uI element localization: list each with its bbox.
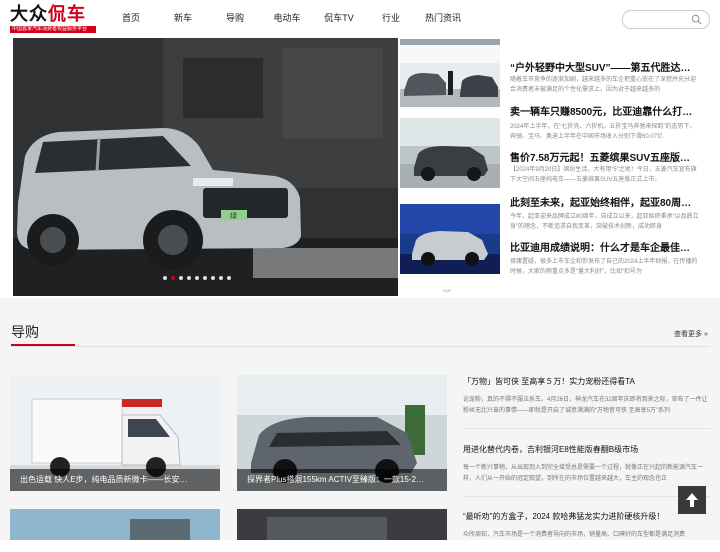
carousel-dot[interactable] <box>227 276 231 280</box>
guide-news-item[interactable]: 用进化替代内卷，吉利银河E8性能版春翻B级市场 每一个新兴事物，从出现到入到完全… <box>463 444 710 485</box>
logo-tagline: 中国首家汽车消费者权益服务平台 <box>10 26 96 33</box>
side-news-item[interactable]: 卖一辆车只赚8500元，比亚迪靠什么打… 2024年上半年，在“七折壳、六折机，… <box>400 107 710 196</box>
carousel-dot[interactable] <box>179 276 183 280</box>
news-summary: 【2024年9月20日】缤纷生活，大有用“5”之地！今日，五菱汽车宣布旗下大空间… <box>510 167 697 183</box>
view-more-link[interactable]: 查看更多 » <box>674 329 708 339</box>
card-caption[interactable]: 出色运载 快人E步，纯电品质新微卡——长安… <box>10 469 220 491</box>
search-input[interactable] <box>622 10 710 29</box>
guide-card[interactable] <box>10 509 220 540</box>
card-caption[interactable]: 探界者Plus搭混155km ACTIV至臻版：一款15-2… <box>237 469 447 491</box>
carousel-dot[interactable] <box>187 276 191 280</box>
card-image <box>237 509 447 540</box>
news-thumbnail <box>400 118 500 188</box>
nav-kanche-tv[interactable]: 侃车TV <box>316 0 362 38</box>
nav-new-cars[interactable]: 新车 <box>160 0 206 38</box>
news-summary: 每一个新兴事物，从出现到入到完全接受总是需要一个过程，就像正在兴起的新能源汽车一… <box>463 465 704 482</box>
news-summary: 论宠粉，真的不得不服法系车。4月26日，神龙汽车在32周年庆即将到来之际，官布了… <box>463 397 708 414</box>
guide-card[interactable]: 出色运载 快人E步，纯电品质新微卡——长安… <box>10 375 220 491</box>
license-plate: 绿 <box>230 211 237 220</box>
news-divider <box>463 428 710 429</box>
news-summary: 今年，起亚迎来品牌成立80周年，自成立以来，起亚始终秉承“以品质立身”的理念，不… <box>510 214 699 230</box>
news-divider <box>463 496 710 497</box>
news-summary: 2024年上半年，在“七折壳、六折机，五折宝马奔驰来探韵”的态势下，奔驰、宝马、… <box>510 124 696 140</box>
carousel-dot[interactable] <box>219 276 223 280</box>
site-logo[interactable]: 大众侃车 中国首家汽车消费者权益服务平台 <box>10 5 96 33</box>
side-news-item[interactable]: “户外轻野中大型SUV”——第五代胜达… 随着车市竞争的逐渐加剧，越来越多的车企… <box>400 38 710 108</box>
arrow-up-icon <box>686 493 698 507</box>
hero-suv-image: 绿 <box>13 38 398 296</box>
nav-buying-guide[interactable]: 导购 <box>212 0 258 38</box>
guide-card[interactable] <box>237 509 447 540</box>
news-summary: 随着车市竞争的逐渐加剧，越来越多的车企把重心放在了深挖并充分迎合消费者未被满足的… <box>510 77 697 93</box>
section-title: 导购 <box>11 324 39 340</box>
news-title[interactable]: 比亚迪用成绩说明：什么才是车企最佳… <box>510 239 700 254</box>
news-title[interactable]: “最听劝”的方盒子，2024 款哈弗猛龙实力进阶硬核升级！ <box>463 511 710 522</box>
carousel-dot[interactable] <box>163 276 167 280</box>
nav-home[interactable]: 首页 <box>106 0 156 40</box>
carousel-dot[interactable] <box>195 276 199 280</box>
news-title[interactable]: 「万物」皆可侠 至高享５万！实力宠粉还得看TA <box>463 376 710 387</box>
logo-text-dazhong: 大众 <box>10 4 48 25</box>
news-thumbnail <box>400 39 500 109</box>
guide-news-item[interactable]: “最听劝”的方盒子，2024 款哈弗猛龙实力进阶硬核升级！ 众所周知，汽车市场是… <box>463 511 710 552</box>
site-header: 大众侃车 中国首家汽车消费者权益服务平台 首页 新车 导购 电动车 侃车TV 行… <box>0 0 720 40</box>
news-title[interactable]: 用进化替代内卷，吉利银河E8性能版春翻B级市场 <box>463 444 710 455</box>
guide-card[interactable]: 探界者Plus搭混155km ACTIV至臻版：一款15-2… <box>237 375 447 491</box>
hero-carousel[interactable]: 绿 <box>13 38 398 296</box>
logo-text-kanche: 侃车 <box>48 4 86 25</box>
carousel-dot[interactable] <box>203 276 207 280</box>
search-icon[interactable] <box>691 14 702 25</box>
news-thumbnail <box>400 204 500 274</box>
news-title[interactable]: “户外轻野中大型SUV”——第五代胜达… <box>510 59 700 74</box>
news-summary: 毋庸置疑，很多上市车企和你发布了自己的2024上半年财报，在传播的时候，大家的侧… <box>510 259 698 275</box>
section-divider <box>11 346 710 347</box>
nav-industry[interactable]: 行业 <box>368 0 414 38</box>
guide-section: 导购 查看更多 » 出色运载 快人E步，纯电品质新微卡——长安… 探界者Plus… <box>0 298 720 540</box>
news-title[interactable]: 售价7.58万元起！五菱缤果SUV五座版… <box>510 149 700 164</box>
nav-hot-news[interactable]: 热门资讯 <box>420 0 466 38</box>
back-to-top-button[interactable] <box>678 486 706 514</box>
carousel-dot[interactable] <box>211 276 215 280</box>
carousel-dot[interactable] <box>171 276 175 280</box>
news-title[interactable]: 卖一辆车只赚8500元，比亚迪靠什么打… <box>510 103 700 118</box>
guide-news-item[interactable]: 「万物」皆可侠 至高享５万！实力宠粉还得看TA 论宠粉，真的不得不服法系车。4月… <box>463 376 710 417</box>
side-news-item[interactable]: 此刻至未来，起亚始终相伴，起亚80周… 今年，起亚迎来品牌成立80周年，自成立以… <box>400 196 710 286</box>
nav-electric[interactable]: 电动车 <box>264 0 310 38</box>
news-summary: 众所周知，汽车市场是一个消费者导向的市场，销量高、口碑好的车型都是满足消费 <box>463 532 686 538</box>
news-title[interactable]: 此刻至未来，起亚始终相伴，起亚80周… <box>510 194 700 209</box>
section-title-underline <box>11 344 75 346</box>
card-image <box>10 509 220 540</box>
